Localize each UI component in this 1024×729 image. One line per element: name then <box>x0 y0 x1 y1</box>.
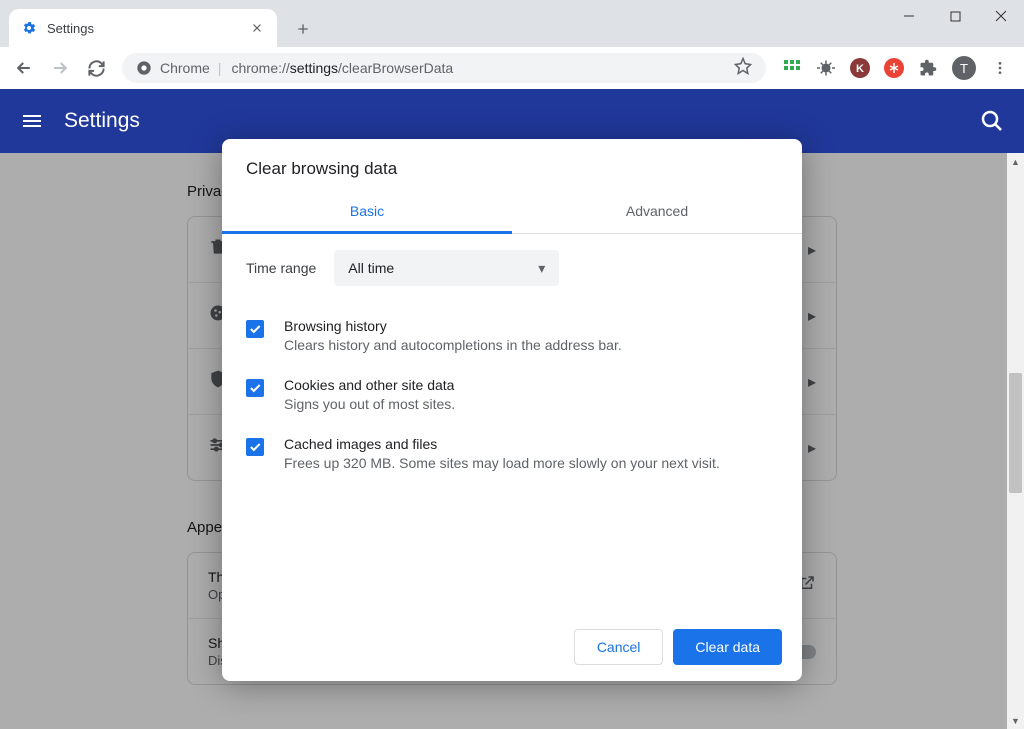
extension-bug-icon[interactable] <box>816 58 836 78</box>
vertical-scrollbar[interactable]: ▲ ▼ <box>1007 153 1024 729</box>
forward-button[interactable] <box>44 52 76 84</box>
dialog-footer: Cancel Clear data <box>222 613 802 681</box>
checkbox-history[interactable] <box>246 320 264 338</box>
extensions-puzzle-icon[interactable] <box>918 58 938 78</box>
clear-browsing-data-dialog: Clear browsing data Basic Advanced Time … <box>222 139 802 681</box>
tab-advanced[interactable]: Advanced <box>512 193 802 233</box>
hamburger-menu-icon[interactable] <box>20 109 44 133</box>
extension-k-icon[interactable]: K <box>850 58 870 78</box>
option-cookies: Cookies and other site dataSigns you out… <box>246 365 778 424</box>
scroll-up-icon[interactable]: ▲ <box>1007 153 1024 170</box>
clear-data-button[interactable]: Clear data <box>673 629 782 665</box>
extension-grid-icon[interactable] <box>782 58 802 78</box>
close-tab-icon[interactable] <box>249 20 265 36</box>
cancel-button[interactable]: Cancel <box>574 629 664 665</box>
scroll-down-icon[interactable]: ▼ <box>1007 712 1024 729</box>
bookmark-star-icon[interactable] <box>734 57 752 80</box>
time-range-label: Time range <box>246 260 316 276</box>
time-range-value: All time <box>348 260 394 276</box>
toolbar-extensions: K T <box>776 56 1016 80</box>
minimize-button[interactable] <box>886 0 932 32</box>
checkbox-cache[interactable] <box>246 438 264 456</box>
time-range-select[interactable]: All time ▾ <box>334 250 559 286</box>
gear-icon <box>21 20 37 36</box>
omnibox[interactable]: Chrome | chrome://settings/clearBrowserD… <box>122 53 766 83</box>
checkbox-cookies[interactable] <box>246 379 264 397</box>
svg-text:K: K <box>856 63 864 75</box>
url-text: chrome://settings/clearBrowserData <box>231 60 453 76</box>
option-cache: Cached images and filesFrees up 320 MB. … <box>246 424 778 483</box>
new-tab-button[interactable] <box>289 15 317 43</box>
titlebar: Settings <box>0 0 1024 47</box>
scrollbar-thumb[interactable] <box>1009 373 1022 493</box>
dialog-tabs: Basic Advanced <box>222 193 802 234</box>
back-button[interactable] <box>8 52 40 84</box>
option-browsing-history: Browsing historyClears history and autoc… <box>246 306 778 365</box>
page-title: Settings <box>64 109 980 133</box>
chrome-badge-icon: Chrome | <box>136 60 221 76</box>
tab-basic[interactable]: Basic <box>222 193 512 234</box>
dialog-body: Time range All time ▾ Browsing historyCl… <box>222 234 802 613</box>
url-prefix: Chrome <box>160 60 210 76</box>
maximize-button[interactable] <box>932 0 978 32</box>
browser-menu-icon[interactable] <box>990 58 1010 78</box>
dialog-title: Clear browsing data <box>222 139 802 193</box>
extension-shield-icon[interactable] <box>884 58 904 78</box>
close-window-button[interactable] <box>978 0 1024 32</box>
browser-tab[interactable]: Settings <box>9 9 277 47</box>
chevron-down-icon: ▾ <box>538 260 545 277</box>
profile-avatar[interactable]: T <box>952 56 976 80</box>
address-bar: Chrome | chrome://settings/clearBrowserD… <box>0 47 1024 89</box>
window-controls <box>886 0 1024 32</box>
reload-button[interactable] <box>80 52 112 84</box>
search-icon[interactable] <box>980 109 1004 133</box>
tab-title: Settings <box>47 21 249 36</box>
